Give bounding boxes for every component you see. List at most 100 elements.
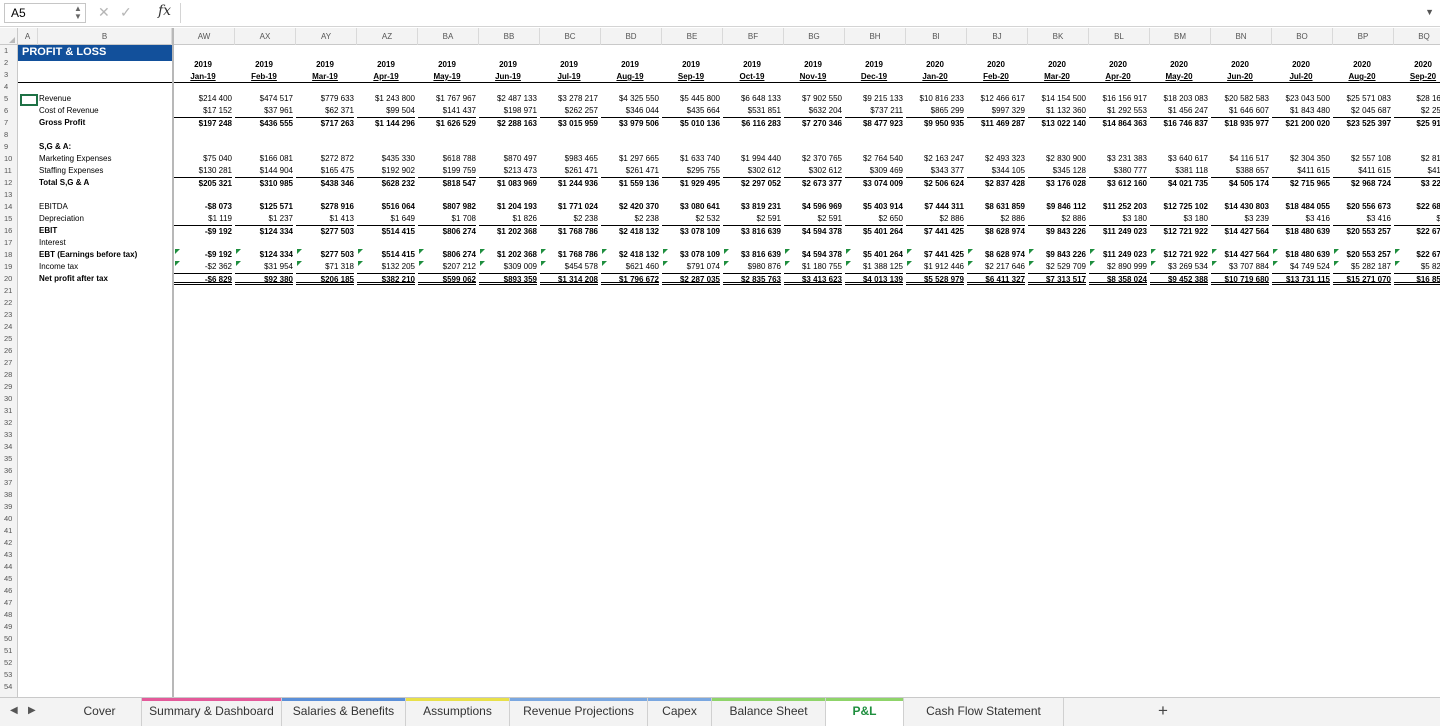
error-indicator-icon[interactable]	[785, 261, 790, 266]
cell-depreciation[interactable]: $2 886	[967, 213, 1025, 225]
tab-salaries-benefits[interactable]: Salaries & Benefits	[282, 698, 406, 726]
cell-staffing[interactable]: $302 612	[723, 165, 781, 177]
cell-net-profit[interactable]: $92 380	[235, 273, 293, 285]
cell-gross-profit[interactable]: $1 144 296	[357, 117, 415, 129]
row-header-44[interactable]: 44	[0, 561, 18, 573]
cell-ebit[interactable]: $3 078 109	[662, 225, 720, 237]
cell-ebitda[interactable]: $8 631 859	[967, 201, 1025, 213]
error-indicator-icon[interactable]	[358, 261, 363, 266]
error-indicator-icon[interactable]	[663, 249, 668, 254]
expand-formula-bar-icon[interactable]: ▼	[1425, 7, 1434, 17]
cell-revenue[interactable]: $779 633	[296, 93, 354, 105]
error-indicator-icon[interactable]	[1090, 261, 1095, 266]
tab-balance-sheet[interactable]: Balance Sheet	[712, 698, 826, 726]
cell-net-profit[interactable]: $3 413 623	[784, 273, 842, 285]
cell-income-tax[interactable]: $132 205	[357, 261, 415, 273]
tab-cover[interactable]: Cover	[58, 698, 142, 726]
error-indicator-icon[interactable]	[1090, 249, 1095, 254]
cell-ebt[interactable]: $7 441 425	[906, 249, 964, 261]
cell-gross-profit[interactable]: $16 746 837	[1150, 117, 1208, 129]
cell-revenue[interactable]: $6 648 133	[723, 93, 781, 105]
cell-income-tax[interactable]: $3 707 884	[1211, 261, 1269, 273]
cell-ebitda[interactable]: $1 771 024	[540, 201, 598, 213]
row-header-20[interactable]: 20	[0, 273, 18, 285]
cell-ebit[interactable]: $1 768 786	[540, 225, 598, 237]
cell-marketing[interactable]: $2 493 323	[967, 153, 1025, 165]
confirm-icon[interactable]: ✓	[120, 4, 132, 21]
cancel-icon[interactable]: ✕	[98, 4, 110, 21]
error-indicator-icon[interactable]	[236, 249, 241, 254]
tab-p-l[interactable]: P&L	[826, 698, 904, 726]
row-header-2[interactable]: 2	[0, 57, 18, 69]
row-header-12[interactable]: 12	[0, 177, 18, 189]
cell-net-profit[interactable]: $6 411 327	[967, 273, 1025, 285]
row-header-30[interactable]: 30	[0, 393, 18, 405]
row-header-38[interactable]: 38	[0, 489, 18, 501]
cell-staffing[interactable]: $199 759	[418, 165, 476, 177]
formula-input[interactable]	[180, 3, 1434, 23]
cell-cost-of-revenue[interactable]: $531 851	[723, 105, 781, 117]
cell-net-profit[interactable]: $893 359	[479, 273, 537, 285]
error-indicator-icon[interactable]	[1212, 249, 1217, 254]
cell-net-profit[interactable]: $13 731 115	[1272, 273, 1330, 285]
row-header-39[interactable]: 39	[0, 501, 18, 513]
error-indicator-icon[interactable]	[1151, 249, 1156, 254]
cell-total-sga[interactable]: $2 506 624	[906, 177, 964, 189]
row-header-3[interactable]: 3	[0, 69, 18, 81]
error-indicator-icon[interactable]	[541, 261, 546, 266]
column-header-bo[interactable]: BO	[1272, 28, 1333, 45]
error-indicator-icon[interactable]	[1029, 249, 1034, 254]
cell-cost-of-revenue[interactable]: $997 329	[967, 105, 1025, 117]
cell-income-tax[interactable]: $980 876	[723, 261, 781, 273]
column-header-b[interactable]: B	[38, 28, 172, 45]
cell-ebit[interactable]: $7 441 425	[906, 225, 964, 237]
error-indicator-icon[interactable]	[1029, 261, 1034, 266]
error-indicator-icon[interactable]	[602, 249, 607, 254]
cell-staffing[interactable]: $343 377	[906, 165, 964, 177]
error-indicator-icon[interactable]	[602, 261, 607, 266]
cell-ebit[interactable]: $5 401 264	[845, 225, 903, 237]
tab-revenue-projections[interactable]: Revenue Projections	[510, 698, 648, 726]
name-box[interactable]: A5 ▲ ▼	[4, 3, 86, 23]
cell-total-sga[interactable]: $2 968 724	[1333, 177, 1391, 189]
error-indicator-icon[interactable]	[1273, 261, 1278, 266]
cell-gross-profit[interactable]: $3 979 506	[601, 117, 659, 129]
cell-marketing[interactable]: $2 830 900	[1028, 153, 1086, 165]
cell-marketing[interactable]: $435 330	[357, 153, 415, 165]
cell-revenue[interactable]: $25 571 083	[1333, 93, 1392, 105]
cell-income-tax[interactable]: $309 009	[479, 261, 537, 273]
column-header-bm[interactable]: BM	[1150, 28, 1211, 45]
row-header-26[interactable]: 26	[0, 345, 18, 357]
cell-marketing[interactable]: $1 633 740	[662, 153, 720, 165]
cell-total-sga[interactable]: $1 244 936	[540, 177, 598, 189]
cell-gross-profit[interactable]: $23 525 397	[1333, 117, 1391, 129]
cell-cost-of-revenue[interactable]: $262 257	[540, 105, 598, 117]
cell-net-profit[interactable]: $1 314 208	[540, 273, 598, 285]
cell-ebitda[interactable]: $516 064	[357, 201, 415, 213]
cell-depreciation[interactable]: $3 180	[1089, 213, 1147, 225]
cell-revenue[interactable]: $12 466 617	[967, 93, 1026, 105]
column-header-bb[interactable]: BB	[479, 28, 540, 45]
cell-marketing[interactable]: $3 640 617	[1150, 153, 1208, 165]
error-indicator-icon[interactable]	[785, 249, 790, 254]
cell-cost-of-revenue[interactable]: $632 204	[784, 105, 842, 117]
row-header-18[interactable]: 18	[0, 249, 18, 261]
cell-total-sga[interactable]: $2 297 052	[723, 177, 781, 189]
cell-depreciation[interactable]: $3 416	[1272, 213, 1330, 225]
row-header-17[interactable]: 17	[0, 237, 18, 249]
error-indicator-icon[interactable]	[1273, 249, 1278, 254]
cell-income-tax[interactable]: $1 180 755	[784, 261, 842, 273]
row-header-49[interactable]: 49	[0, 621, 18, 633]
column-header-bq[interactable]: BQ	[1394, 28, 1440, 45]
cell-net-profit[interactable]: $10 719 680	[1211, 273, 1269, 285]
cell-revenue[interactable]: $474 517	[235, 93, 293, 105]
cell-ebitda[interactable]: $20 556 673	[1333, 201, 1392, 213]
cell-net-profit[interactable]: $16 850 3	[1394, 273, 1440, 285]
cell-staffing[interactable]: $411 615	[1272, 165, 1330, 177]
tab-cash-flow-statement[interactable]: Cash Flow Statement	[904, 698, 1064, 726]
cell-ebit[interactable]: $277 503	[296, 225, 354, 237]
sheet-grid[interactable]: 2019 Jan-19 2019 Feb-19 2019 Mar-19 2019 Apr-19…	[18, 45, 1440, 697]
cell-gross-profit[interactable]: $13 022 140	[1028, 117, 1086, 129]
row-header-19[interactable]: 19	[0, 261, 18, 273]
error-indicator-icon[interactable]	[419, 249, 424, 254]
